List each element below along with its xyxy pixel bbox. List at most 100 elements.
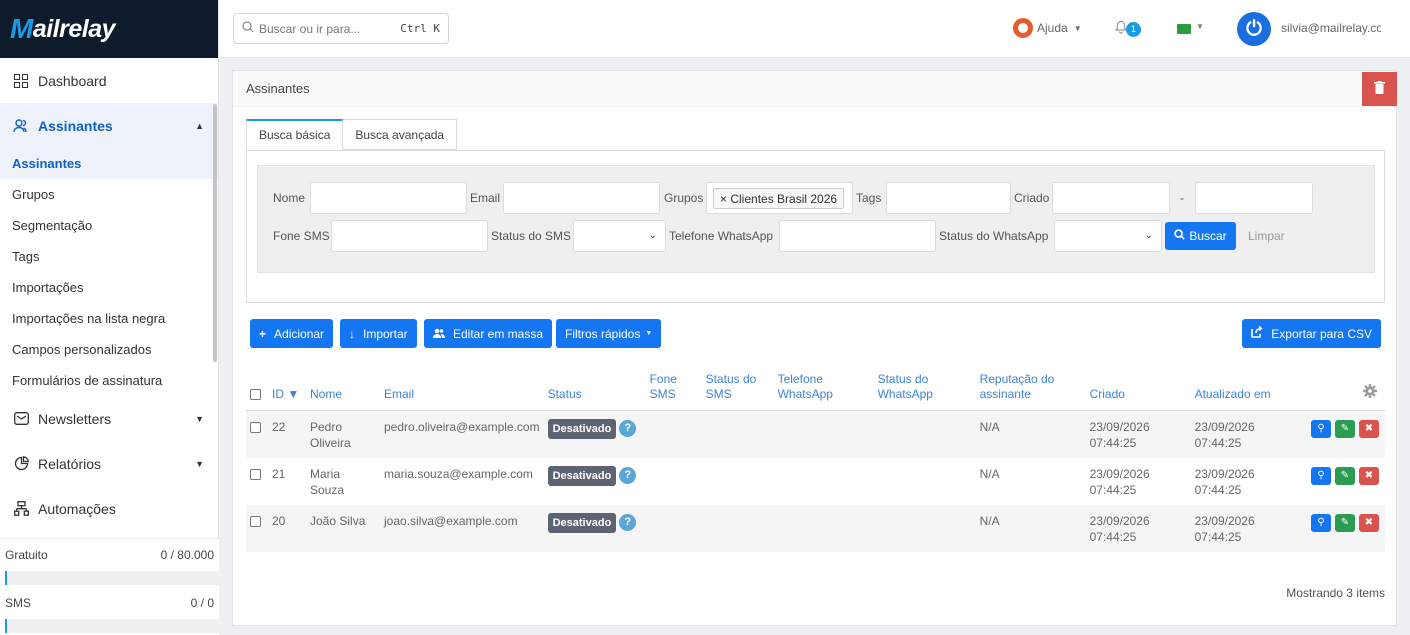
row-checkbox[interactable] [250,516,261,528]
row-checkbox[interactable] [250,422,261,434]
tab-busca-avancada[interactable]: Busca avançada [343,119,458,150]
date-range-separator: - [1180,191,1184,205]
sidebar-scrollbar[interactable] [213,104,217,362]
view-button[interactable]: ⚲ [1311,514,1331,532]
delete-button[interactable]: ✖ [1359,420,1379,438]
filter-label-fone-sms: Fone SMS [273,229,330,243]
sidebar-item-relatorios[interactable]: Relatórios ▼ [0,441,218,486]
editar-massa-button[interactable]: Editar em massa [424,319,553,348]
col-status-whatsapp[interactable]: Status do WhatsApp [873,372,976,411]
mailrelay-logo[interactable]: Mailrelay [0,0,218,58]
col-email[interactable]: Email [380,372,544,411]
tags-input[interactable] [886,182,1011,214]
help-menu[interactable]: Ajuda ▼ [1013,18,1082,38]
avatar[interactable]: ⏻ [1237,12,1271,46]
col-atualizado[interactable]: Atualizado em [1190,372,1296,411]
sidebar-subitem-importacoes[interactable]: Importações [0,272,218,303]
help-icon[interactable]: ? [619,420,637,438]
filtros-rapidos-button[interactable]: Filtros rápidos ▼ [556,319,662,348]
cell-telefone-whatsapp [773,505,874,552]
sidebar-subitem-tags[interactable]: Tags [0,241,218,272]
chevron-down-icon: ▼ [1196,22,1204,31]
sidebar-subitem-formularios[interactable]: Formulários de assinatura [0,365,218,396]
buscar-label: Buscar [1189,229,1227,243]
status-whatsapp-select[interactable]: ⌄ [1054,220,1162,252]
importar-button[interactable]: ↓ Importar [340,319,417,348]
fone-sms-input[interactable] [331,220,488,252]
filter-label-criado: Criado [1014,191,1050,205]
select-all-checkbox[interactable] [250,389,261,401]
edit-button[interactable]: ✎ [1335,467,1355,485]
delete-button[interactable]: ✖ [1359,467,1379,485]
sidebar-subitem-segmentacao[interactable]: Segmentação [0,210,218,241]
view-button[interactable]: ⚲ [1311,467,1331,485]
col-settings [1295,372,1385,411]
col-id[interactable]: ID ▼ [268,372,306,411]
telefone-whatsapp-input[interactable] [779,220,936,252]
gear-icon[interactable] [1363,384,1377,401]
view-button[interactable]: ⚲ [1311,420,1331,438]
col-status-sms[interactable]: Status do SMS [701,372,774,411]
col-nome[interactable]: Nome [306,372,380,411]
chevron-down-icon: ▼ [195,413,204,424]
limpar-link[interactable]: Limpar [1248,229,1285,243]
topbar: Buscar ou ir para... Ctrl K Ajuda ▼ 1 ▼ … [219,0,1410,58]
plan-usage: Gratuito 0 / 80.000 SMS 0 / 0 [0,538,219,635]
search-input[interactable]: Buscar ou ir para... [259,22,360,36]
arrow-down-icon: ↓ [349,326,355,341]
plan-label: Gratuito [5,548,48,562]
sidebar-item-automacoes[interactable]: Automações [0,486,218,531]
user-email[interactable]: silvia@mailrelay.co [1281,21,1381,35]
adicionar-label: Adicionar [274,326,325,341]
row-checkbox[interactable] [250,469,261,481]
search-tabs: Busca básica Busca avançada [246,119,458,150]
chevron-down-icon: ⌄ [648,230,657,241]
delete-all-button[interactable] [1362,72,1397,106]
tab-busca-basica[interactable]: Busca básica [246,119,344,150]
help-icon[interactable]: ? [619,467,637,485]
edit-button[interactable]: ✎ [1335,420,1355,438]
sidebar-item-dashboard[interactable]: Dashboard [0,58,218,103]
col-criado[interactable]: Criado [1085,372,1191,411]
help-icon[interactable]: ? [619,514,637,532]
chevron-down-icon: ▼ [1073,23,1082,33]
chevron-up-icon: ▲ [195,120,204,131]
buscar-button[interactable]: Buscar [1165,222,1236,250]
cell-reputacao: N/A [979,467,1000,481]
notifications-button[interactable]: 1 [1113,18,1141,39]
col-fone-sms[interactable]: Fone SMS [645,372,702,411]
exportar-csv-button[interactable]: Exportar para CSV [1242,319,1381,348]
language-flag-icon[interactable] [1177,24,1191,34]
email-input[interactable] [503,182,660,214]
cell-nome: Pedro Oliveira [306,410,380,458]
sidebar-subitem-grupos[interactable]: Grupos [0,179,218,210]
plan-progress-fill [5,619,8,633]
criado-from-input[interactable] [1052,182,1170,214]
cell-status: Desativado? [544,458,646,505]
plan-row-sms: SMS 0 / 0 [0,587,219,619]
search-box[interactable]: Buscar ou ir para... Ctrl K [233,13,449,44]
cell-fone-sms [645,505,702,552]
sidebar-item-assinantes[interactable]: Assinantes ▲ [0,103,218,148]
importar-label: Importar [363,326,408,341]
col-status[interactable]: Status [543,372,646,411]
filter-label-nome: Nome [273,191,306,205]
cell-fone-sms [645,410,702,458]
grupo-chip[interactable]: × Clientes Brasil 2026 [713,188,845,209]
sidebar-item-label: Relatórios [38,455,102,472]
col-telefone-whatsapp[interactable]: Telefone WhatsApp [773,372,874,411]
sidebar-subitem-assinantes[interactable]: Assinantes [0,148,218,179]
sidebar-subitem-campos[interactable]: Campos personalizados [0,334,218,365]
col-reputacao[interactable]: Reputação do assinante [975,372,1086,411]
sidebar-item-newsletters[interactable]: Newsletters ▼ [0,396,218,441]
table-header-row: ID ▼ Nome Email Status Fone SMS Status d… [246,372,1385,411]
sidebar-subitem-lista-negra[interactable]: Importações na lista negra [0,303,218,334]
grupos-select[interactable]: × Clientes Brasil 2026 [706,182,853,214]
nome-input[interactable] [310,182,467,214]
adicionar-button[interactable]: + Adicionar [250,319,334,348]
edit-button[interactable]: ✎ [1335,514,1355,532]
criado-to-input[interactable] [1195,182,1313,214]
delete-button[interactable]: ✖ [1359,514,1379,532]
plan-progress-fill [5,571,8,585]
status-sms-select[interactable]: ⌄ [573,220,666,252]
